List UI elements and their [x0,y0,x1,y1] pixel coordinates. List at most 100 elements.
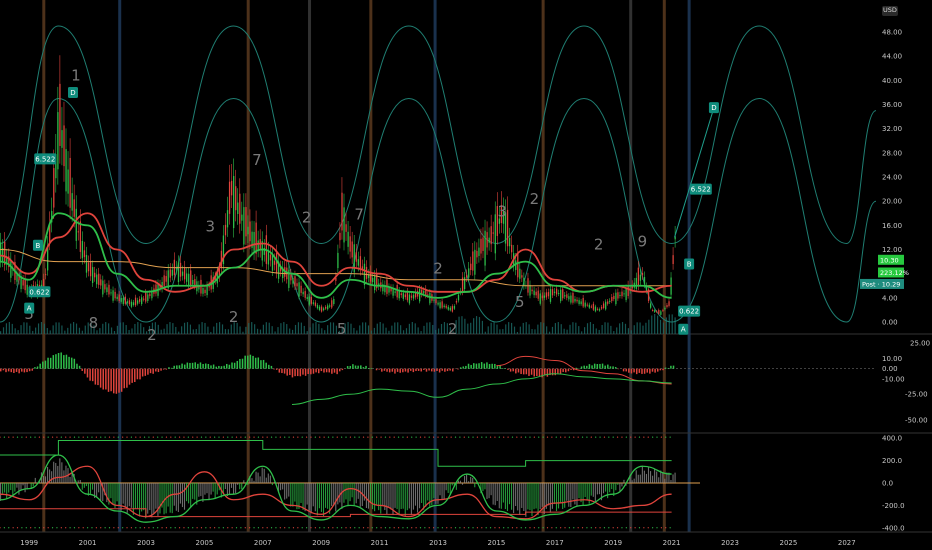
oscillator-bar [110,368,112,392]
price-panel[interactable]: 48.0044.0040.0036.0032.0028.0024.0020.00… [0,0,932,532]
chart-canvas[interactable]: 48.0044.0040.0036.0032.0028.0024.0020.00… [0,0,932,550]
price-candle [521,275,523,278]
oscillator-bar [628,368,630,373]
price-candle [204,289,206,294]
volume-bar [458,316,460,334]
volume-bar [513,326,516,334]
price-axis-tick: 32.00 [882,125,902,133]
momentum-bar [369,483,372,503]
oscillator-bar [375,368,378,371]
price-candle [586,304,588,306]
oscillator-bar [402,368,404,373]
momentum-dot [494,436,496,438]
oscillator-bar [515,368,517,374]
volume-bar [262,324,264,334]
price-candle [267,250,270,265]
momentum-bar [214,483,216,499]
volume-bar [435,329,437,334]
momentum-bar [435,483,437,504]
momentum-bar [44,476,47,483]
momentum-dot [183,527,185,529]
volume-bar [464,318,466,334]
momentum-dot [310,436,312,438]
oscillator-bar [55,354,57,369]
momentum-dot [187,527,189,529]
volume-bar [23,322,25,334]
price-candle [255,222,257,254]
oscillator-panel[interactable]: 25.00 10.00 0.00 -10.00-25.00 -50.00 [0,340,932,434]
volume-bar [8,322,10,334]
price-candle [613,295,615,299]
price-candle [394,291,396,293]
oscillator-bar [31,368,34,371]
price-candle [412,294,415,299]
price-candle [339,232,341,241]
momentum-bar [416,483,419,513]
momentum-dot [454,527,457,529]
oscillator-bar [26,368,28,373]
momentum-bar [359,483,361,507]
price-axis-tick: 24.00 [882,174,902,182]
momentum-dot [178,527,181,529]
oscillator-bar [336,368,338,375]
momentum-bar [674,472,676,483]
price-candle [480,238,482,254]
momentum-dot [235,436,238,438]
price-candle [404,294,407,298]
momentum-bar [423,483,425,510]
momentum-dot [284,436,286,438]
momentum-bar [300,483,302,503]
price-candle [165,276,167,282]
momentum-dot [157,527,159,529]
momentum-dot [341,527,343,529]
oscillator-bar [328,368,330,373]
oscillator-bar [162,368,165,370]
momentum-dot [235,527,238,529]
momentum-dot [314,436,316,438]
volume-bar [616,327,618,334]
momentum-dot [249,527,251,529]
volume-bar [432,324,434,334]
oscillator-bar [57,353,60,369]
momentum-bar [506,483,509,512]
price-candle [96,274,98,285]
time-axis-tick: 2017 [546,539,564,547]
momentum-dot [165,527,168,529]
momentum-panel[interactable]: 400.0 200.0 0.0 -200.0 -400.0 [0,435,905,533]
volume-bar [221,324,224,334]
momentum-dot [411,527,413,529]
momentum-bar [114,483,116,508]
oscillator-bar [21,368,23,372]
momentum-bar [241,483,243,490]
cycle-lower-curve [0,98,877,323]
momentum-bar [316,483,318,516]
volume-bar [105,322,107,334]
price-candle [126,301,129,304]
momentum-dot [529,436,531,438]
price-candle [91,267,94,284]
oscillator-bar [144,368,147,376]
momentum-bar [398,483,400,516]
momentum-dot [100,436,102,438]
momentum-dot [297,436,299,438]
volume-bar [207,326,209,334]
momentum-bar [400,483,402,509]
momentum-dot [43,527,45,529]
momentum-dot [433,527,435,529]
momentum-bar [378,483,380,511]
oscillator-bar [36,366,39,369]
momentum-bar [547,483,549,506]
price-candle [104,284,106,290]
momentum-axis-tick: -200.0 [882,502,905,510]
time-axis[interactable]: 1999 2001 2003 2005 2007 2009 2011 2013 2015 2017… [0,531,932,547]
volume-bar [426,322,428,334]
momentum-dot [95,436,97,438]
oscillator-bar [378,368,380,370]
oscillator-bar [412,368,415,373]
oscillator-bar [488,364,491,369]
momentum-bar [339,483,341,503]
oscillator-bar [473,363,475,369]
momentum-dot [65,436,67,438]
wave-count-label: 8 [89,314,99,332]
momentum-bar [433,483,435,499]
